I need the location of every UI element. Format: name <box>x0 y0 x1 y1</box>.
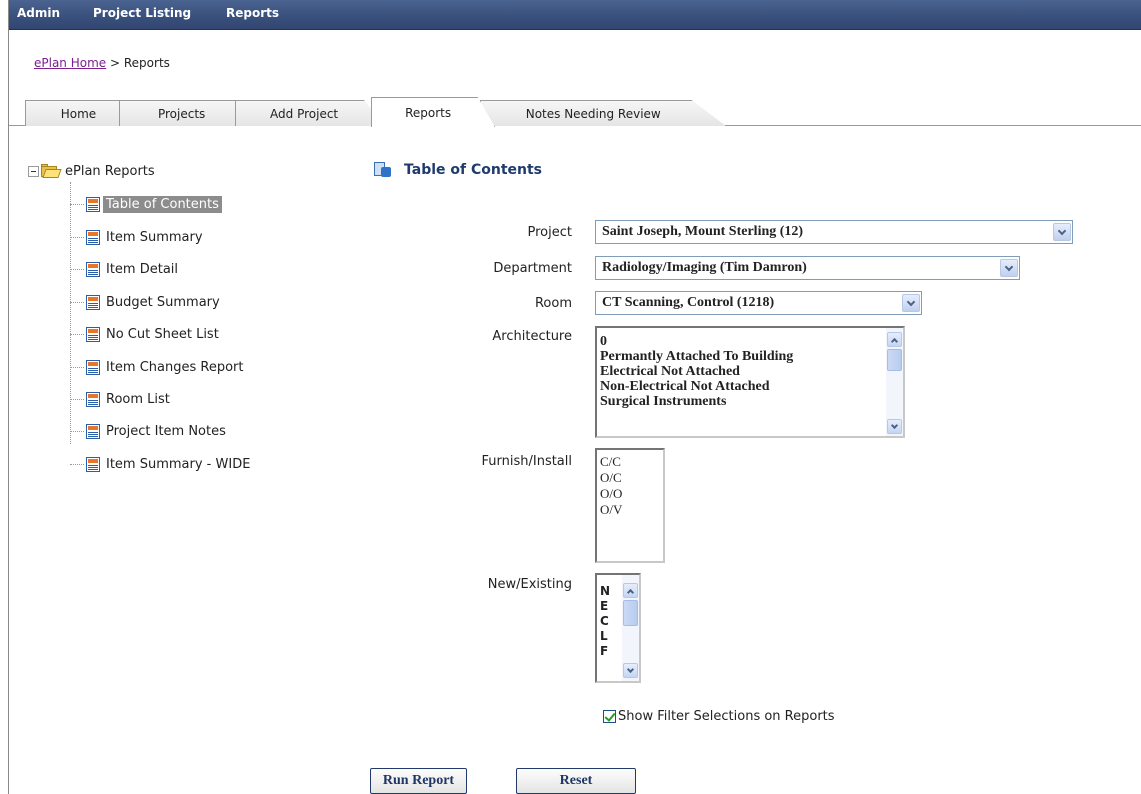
list-option[interactable]: 0 <box>597 334 903 349</box>
scroll-thumb[interactable] <box>887 349 902 371</box>
chevron-down-icon[interactable] <box>887 419 902 434</box>
report-document-icon <box>86 294 100 310</box>
run-report-button[interactable]: Run Report <box>370 768 467 794</box>
breadcrumb-home-link[interactable]: ePlan Home <box>34 56 106 70</box>
list-option[interactable]: Non-Electrical Not Attached <box>597 379 903 394</box>
tree-item-label: Budget Summary <box>106 294 220 310</box>
tree-item-label: Item Summary <box>106 229 203 245</box>
tree-item-label: Item Detail <box>106 261 179 277</box>
list-option[interactable]: Permantly Attached To Building <box>597 349 903 364</box>
tree-item-room-list[interactable]: Room List <box>70 388 173 410</box>
chevron-down-icon[interactable] <box>1053 223 1071 241</box>
tree-item-label: Item Changes Report <box>106 359 244 375</box>
furnish-install-label: Furnish/Install <box>481 454 573 469</box>
tab-add-project[interactable]: Add Project <box>235 100 385 126</box>
room-select[interactable]: CT Scanning, Control (1218) <box>595 291 922 315</box>
list-option[interactable]: C/C <box>597 454 663 470</box>
report-document-icon <box>86 229 100 245</box>
report-document-icon <box>86 456 100 472</box>
tree-item-table-of-contents[interactable]: Table of Contents <box>70 193 222 215</box>
chevron-up-icon[interactable] <box>623 583 638 598</box>
report-document-icon <box>86 326 100 342</box>
tree-item-label: Room List <box>106 391 170 407</box>
menu-reports[interactable]: Reports <box>226 6 279 20</box>
top-menu-bar: Admin Project Listing Reports <box>9 0 1141 30</box>
chevron-down-icon[interactable] <box>623 663 638 678</box>
project-select[interactable]: Saint Joseph, Mount Sterling (12) <box>595 220 1073 244</box>
report-document-icon <box>86 359 100 375</box>
scrollbar[interactable] <box>622 575 639 681</box>
department-label: Department <box>493 261 572 276</box>
tab-label: Notes Needing Review <box>525 106 661 121</box>
architecture-listbox[interactable]: 0 Permantly Attached To Building Electri… <box>595 326 905 438</box>
project-label: Project <box>527 225 572 240</box>
report-document-icon <box>86 196 100 212</box>
report-document-icon <box>86 391 100 407</box>
department-select[interactable]: Radiology/Imaging (Tim Damron) <box>595 256 1020 280</box>
tree-item-project-item-notes[interactable]: Project Item Notes <box>70 420 229 442</box>
show-filter-selections-row[interactable]: Show Filter Selections on Reports <box>603 709 835 724</box>
scrollbar[interactable] <box>886 328 903 436</box>
report-document-icon <box>86 261 100 277</box>
tab-projects[interactable]: Projects <box>119 100 255 126</box>
room-select-value: CT Scanning, Control (1218) <box>602 295 775 310</box>
section-title-text: Table of Contents <box>404 162 543 178</box>
tab-label: Home <box>60 106 97 121</box>
chevron-down-icon[interactable] <box>902 294 920 312</box>
department-select-value: Radiology/Imaging (Tim Damron) <box>602 260 807 275</box>
list-option[interactable]: O/C <box>597 470 663 486</box>
collapse-icon[interactable] <box>28 165 39 177</box>
architecture-label: Architecture <box>492 329 572 344</box>
project-select-value: Saint Joseph, Mount Sterling (12) <box>602 224 804 239</box>
scroll-thumb[interactable] <box>623 600 638 626</box>
list-option[interactable]: O/O <box>597 486 663 502</box>
open-folder-icon <box>41 164 62 178</box>
tree-item-label: Project Item Notes <box>106 423 226 439</box>
tree-item-budget-summary[interactable]: Budget Summary <box>70 291 223 313</box>
tree-item-label: Item Summary - WIDE <box>106 456 251 472</box>
list-option[interactable]: Surgical Instruments <box>597 394 903 409</box>
tree-root[interactable]: ePlan Reports <box>28 160 155 182</box>
tab-label: Add Project <box>270 106 339 121</box>
chevron-down-icon[interactable] <box>1000 259 1018 277</box>
tree-item-item-changes-report[interactable]: Item Changes Report <box>70 356 247 378</box>
tree-item-no-cut-sheet-list[interactable]: No Cut Sheet List <box>70 323 222 345</box>
room-label: Room <box>534 296 572 311</box>
tree-item-label: No Cut Sheet List <box>106 326 219 342</box>
tab-reports[interactable]: Reports <box>371 97 495 127</box>
table-of-contents-icon <box>374 162 392 178</box>
show-filter-selections-label: Show Filter Selections on Reports <box>618 709 835 724</box>
breadcrumb-current: > Reports <box>110 56 170 70</box>
show-filter-selections-checkbox[interactable] <box>603 710 616 723</box>
tree-root-label: ePlan Reports <box>65 163 155 179</box>
menu-admin[interactable]: Admin <box>17 6 60 20</box>
new-existing-listbox[interactable]: N E C L F <box>595 573 641 683</box>
new-existing-label: New/Existing <box>487 577 572 592</box>
report-document-icon <box>86 423 100 439</box>
list-option[interactable]: Electrical Not Attached <box>597 364 903 379</box>
list-option[interactable]: O/V <box>597 502 663 518</box>
section-title: Table of Contents <box>374 162 542 178</box>
tab-notes-needing-review[interactable]: Notes Needing Review <box>480 100 726 126</box>
tree-item-item-summary-wide[interactable]: Item Summary - WIDE <box>70 453 253 475</box>
breadcrumb: ePlan Home > Reports <box>34 56 170 70</box>
tab-label: Projects <box>157 106 206 121</box>
tree-item-item-detail[interactable]: Item Detail <box>70 258 181 280</box>
furnish-install-listbox[interactable]: C/C O/C O/O O/V <box>595 448 665 563</box>
reset-button[interactable]: Reset <box>516 768 636 794</box>
tree-item-label: Table of Contents <box>103 195 222 213</box>
tab-label: Reports <box>405 105 452 120</box>
chevron-up-icon[interactable] <box>887 332 902 347</box>
tree-item-item-summary[interactable]: Item Summary <box>70 226 206 248</box>
menu-project-listing[interactable]: Project Listing <box>93 6 191 20</box>
